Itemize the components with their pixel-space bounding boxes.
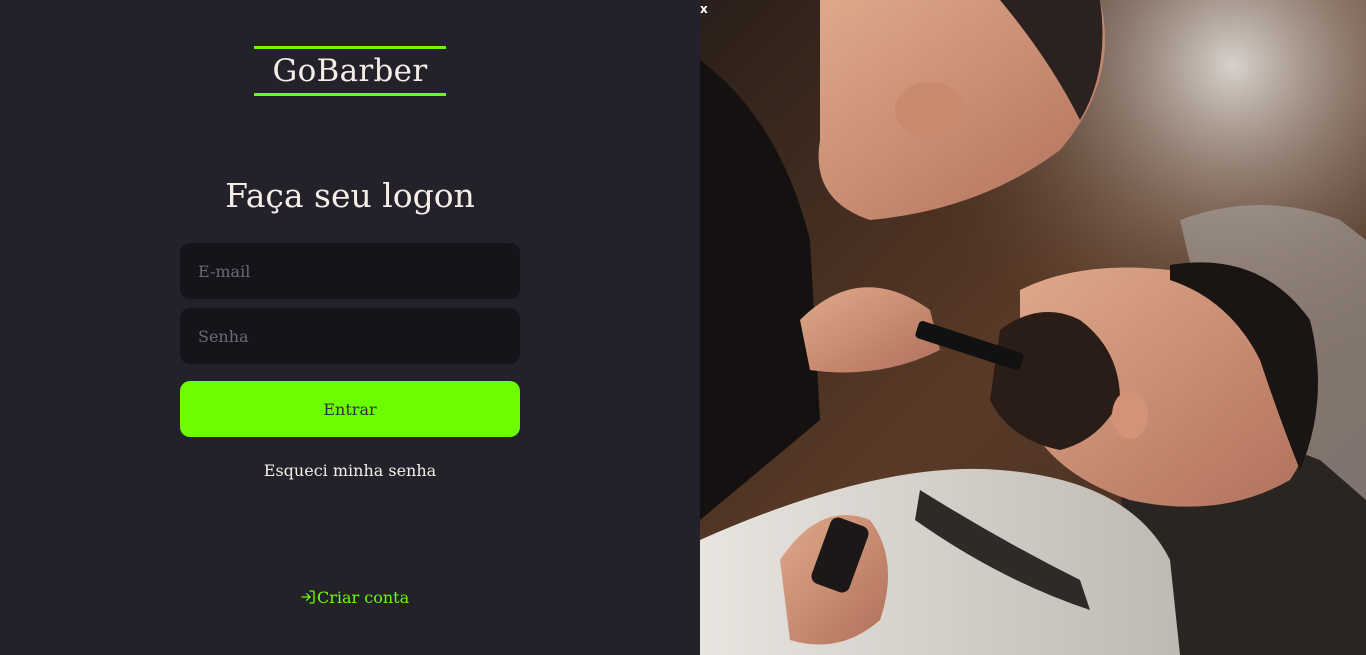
login-button[interactable]: Entrar xyxy=(180,381,520,437)
forgot-password-link[interactable]: Esqueci minha senha xyxy=(264,461,436,480)
password-input[interactable] xyxy=(180,308,520,364)
log-in-icon xyxy=(300,589,316,605)
close-icon[interactable]: x xyxy=(700,0,710,18)
create-account-label: Criar conta xyxy=(317,587,410,607)
login-page: GoBarber Faça seu logon Entrar Esqueci m… xyxy=(0,0,1366,655)
barbershop-photo xyxy=(700,0,1366,655)
hero-image: x xyxy=(700,0,1366,655)
page-title: Faça seu logon xyxy=(225,176,475,215)
create-account-link[interactable]: Criar conta xyxy=(300,586,409,608)
gobarber-logo: GoBarber xyxy=(254,46,446,96)
forgot-password-link-wrapper: Esqueci minha senha xyxy=(0,461,700,480)
email-input[interactable] xyxy=(180,243,520,299)
logo-text: GoBarber xyxy=(272,53,428,89)
login-panel: GoBarber Faça seu logon Entrar Esqueci m… xyxy=(0,0,700,655)
